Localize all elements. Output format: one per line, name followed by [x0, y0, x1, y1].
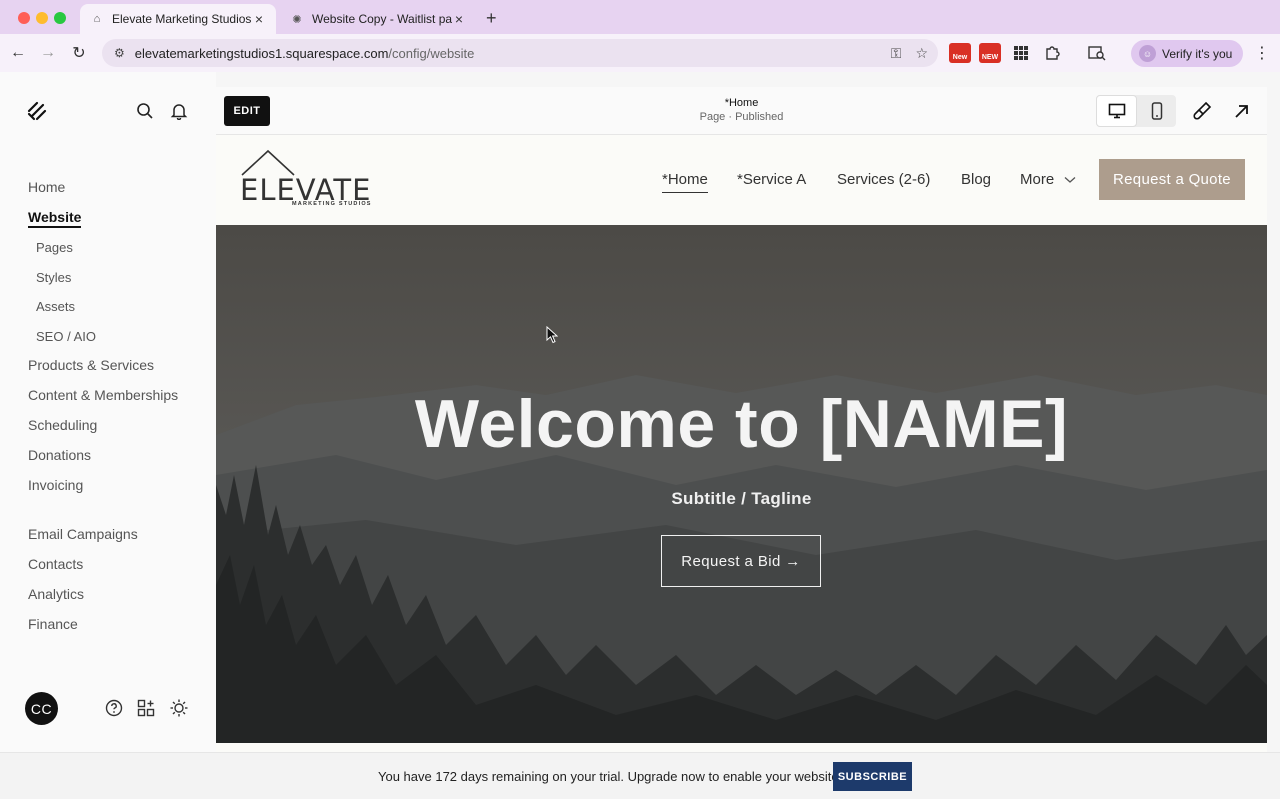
sidebar-item-invoicing[interactable]: Invoicing [28, 477, 83, 493]
sidebar-subitem-assets[interactable]: Assets [36, 299, 75, 314]
sidebar-item-website[interactable]: Website [28, 209, 82, 228]
minimize-window-button[interactable] [36, 12, 48, 24]
mouse-pointer-icon [546, 326, 558, 344]
site-logo[interactable]: ELEVATE MARKETING STUDIOS [240, 149, 376, 211]
browser-menu-icon[interactable]: ⋮ [1254, 43, 1270, 63]
extension-new-gift-icon[interactable]: NEW [979, 43, 1001, 63]
close-tab-icon[interactable]: × [452, 11, 466, 27]
help-icon[interactable] [105, 699, 123, 717]
site-nav-service-a[interactable]: *Service A [737, 171, 806, 188]
mobile-icon [1151, 102, 1162, 120]
sidebar-item-content-memberships[interactable]: Content & Memberships [28, 387, 178, 403]
hero-subtitle[interactable]: Subtitle / Tagline [216, 489, 1267, 509]
hero-title[interactable]: Welcome to [NAME] [216, 385, 1267, 463]
close-window-button[interactable] [18, 12, 30, 24]
sidebar-subitem-pages[interactable]: Pages [36, 240, 73, 255]
site-header: ELEVATE MARKETING STUDIOS *Home *Service… [216, 135, 1267, 225]
sidebar-item-finance[interactable]: Finance [28, 616, 78, 632]
new-tab-icon[interactable]: + [486, 8, 497, 29]
subscribe-button[interactable]: SUBSCRIBE [833, 762, 912, 791]
next-section-edge [216, 743, 1267, 752]
hero-section: Welcome to [NAME] Subtitle / Tagline Req… [216, 225, 1267, 743]
reload-icon[interactable]: ↻ [69, 43, 89, 63]
sidebar-item-contacts[interactable]: Contacts [28, 556, 83, 572]
squarespace-logo-icon[interactable] [26, 100, 48, 122]
elevate-favicon-icon: ⌂ [93, 13, 101, 25]
sidebar-item-products-services[interactable]: Products & Services [28, 357, 154, 373]
site-preview[interactable]: ELEVATE MARKETING STUDIOS *Home *Service… [216, 135, 1267, 752]
site-settings-icon[interactable]: ⚙ [114, 46, 125, 60]
sidebar-item-scheduling[interactable]: Scheduling [28, 417, 97, 433]
maximize-window-button[interactable] [54, 12, 66, 24]
user-avatar[interactable]: CC [25, 692, 58, 725]
apps-extensions-icon[interactable] [137, 699, 155, 717]
request-bid-button[interactable]: Request a Bid → [661, 535, 821, 587]
url-path: /config/website [388, 45, 475, 61]
forward-icon[interactable]: → [38, 43, 58, 63]
extensions-puzzle-icon[interactable] [1041, 43, 1063, 63]
brand-subtitle: MARKETING STUDIOS [292, 201, 372, 207]
device-view-toggle [1096, 95, 1176, 127]
url-host: elevatemarketingstudios1.squarespace.com [134, 45, 389, 61]
theme-brightness-icon[interactable] [170, 699, 188, 717]
sidebar: Home Website Pages Styles Assets SEO / A… [0, 72, 216, 752]
site-nav-more[interactable]: More [1020, 171, 1076, 188]
more-label: More [1020, 171, 1055, 188]
verify-label: Verify it's you [1162, 46, 1233, 61]
tab-search-icon[interactable] [1086, 43, 1108, 63]
extension-new-icon[interactable]: New [949, 43, 971, 63]
tab-title: Website Copy - Waitlist page [312, 12, 452, 26]
site-nav-services[interactable]: Services (2-6) [837, 171, 930, 188]
request-quote-button[interactable]: Request a Quote [1099, 159, 1245, 200]
bookmark-star-icon[interactable]: ☆ [915, 45, 928, 62]
sidebar-item-email-campaigns[interactable]: Email Campaigns [28, 526, 138, 542]
trial-banner: You have 172 days remaining on your tria… [0, 752, 1280, 799]
address-bar[interactable]: ⚙ elevatemarketingstudios1.squarespace.c… [102, 39, 938, 67]
sidebar-subitem-styles[interactable]: Styles [36, 270, 71, 285]
hero-mountain-forest-image [216, 225, 1267, 743]
sidebar-item-home[interactable]: Home [28, 179, 65, 195]
browser-tabbar: ⌂ Elevate Marketing Studios | × ✺ Websit… [0, 0, 1280, 34]
design-brush-icon[interactable] [1192, 101, 1212, 121]
sidebar-item-analytics[interactable]: Analytics [28, 586, 84, 602]
apps-grid-icon[interactable] [1010, 43, 1032, 63]
notifications-bell-icon[interactable] [170, 102, 188, 120]
sidebar-subitem-seo[interactable]: SEO / AIO [36, 329, 96, 344]
profile-verify-button[interactable]: ☺ Verify it's you [1131, 40, 1243, 67]
tab-title: Elevate Marketing Studios | [112, 12, 252, 26]
squarespace-app: Home Website Pages Styles Assets SEO / A… [0, 72, 1280, 799]
back-icon[interactable]: ← [8, 43, 28, 63]
open-external-arrow-icon[interactable] [1232, 101, 1252, 121]
desktop-icon [1108, 103, 1125, 119]
search-icon[interactable] [136, 102, 154, 120]
trial-message: You have 172 days remaining on your tria… [378, 769, 843, 784]
mobile-view-button[interactable] [1137, 95, 1176, 127]
site-nav-blog[interactable]: Blog [961, 171, 991, 188]
browser-tab-elevate[interactable]: ⌂ Elevate Marketing Studios | × [80, 4, 276, 34]
close-tab-icon[interactable]: × [252, 11, 266, 27]
chevron-down-icon [1064, 177, 1076, 183]
site-nav-home[interactable]: *Home [662, 171, 708, 193]
editor-toolbar: EDIT *Home Page · Published [216, 87, 1267, 135]
browser-toolbar: ← → ↻ ⚙ elevatemarketingstudios1.squares… [0, 34, 1280, 72]
profile-avatar-icon: ☺ [1139, 45, 1156, 62]
openai-favicon-icon: ✺ [292, 13, 302, 26]
sidebar-item-donations[interactable]: Donations [28, 447, 91, 463]
password-key-icon[interactable]: ⚿ [891, 45, 902, 62]
browser-tab-website-copy[interactable]: ✺ Website Copy - Waitlist page × [280, 4, 476, 34]
desktop-view-button[interactable] [1096, 95, 1137, 127]
